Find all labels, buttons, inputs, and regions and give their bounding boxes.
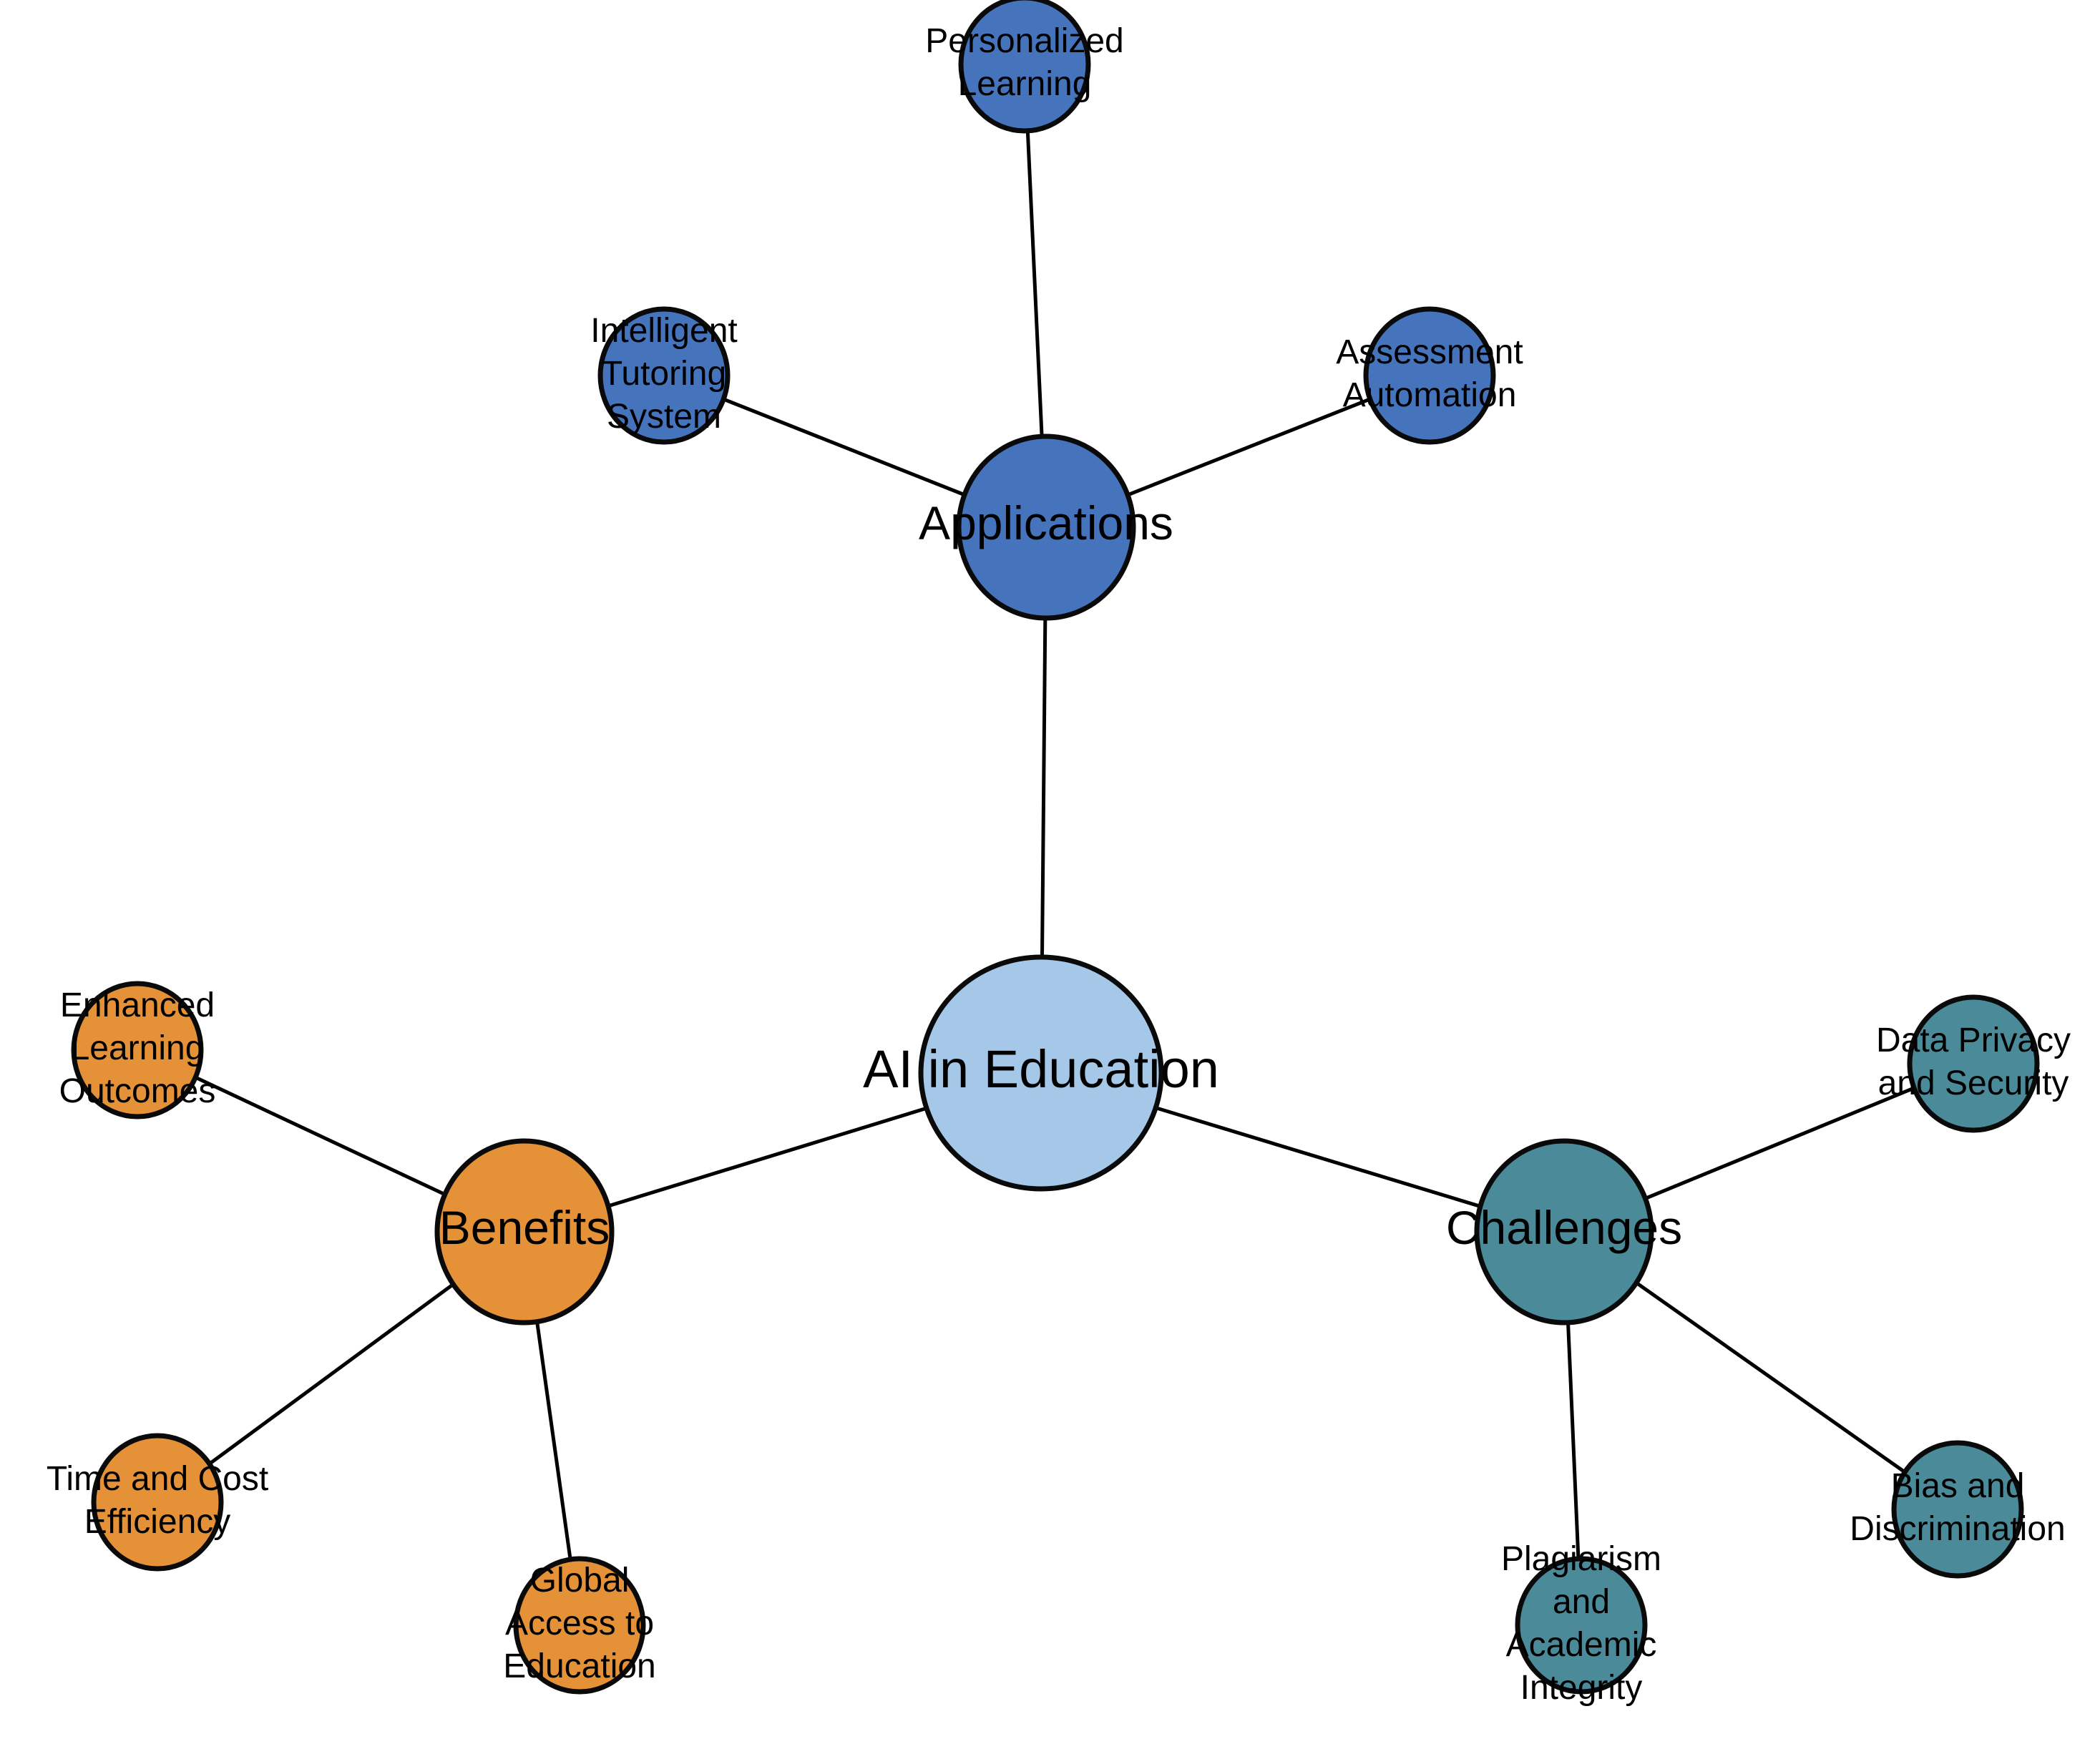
node-circle-applications[interactable] (956, 433, 1136, 621)
node-circle-personalized-learning[interactable] (958, 0, 1091, 134)
connector-line (1635, 1281, 1906, 1474)
nodes-layer: AI in Education Applications Personalized L… (47, 0, 2071, 1707)
connector-line (195, 1075, 446, 1197)
mindmap-node-challenges[interactable]: Challenges (1446, 1138, 1682, 1326)
node-circle-data-privacy-and-security[interactable] (1907, 994, 2040, 1133)
node-circle-enhanced-learning-outcomes[interactable] (71, 981, 204, 1119)
mindmap-node-intelligent-tutoring-system[interactable]: Intelligent Tutoring System (590, 306, 738, 445)
mindmap-node-applications[interactable]: Applications (919, 433, 1173, 621)
node-circle-intelligent-tutoring-system[interactable] (597, 306, 731, 445)
mindmap-diagram: AI in Education Applications Personalized L… (47, 0, 2071, 1707)
mindmap-node-global-access-to-education[interactable]: Global Access to Education (503, 1556, 656, 1695)
connector-line (723, 397, 965, 497)
mindmap-node-personalized-learning[interactable]: Personalized Learning (925, 0, 1124, 134)
connector-line (1644, 1086, 1915, 1200)
connector-line (208, 1283, 454, 1466)
mindmap-node-bias-and-discrimination[interactable]: Bias and Discrimination (1850, 1440, 2066, 1579)
node-circle-plagiarism-and-academic-integrity[interactable] (1515, 1556, 1648, 1695)
connector-line (1025, 130, 1044, 437)
mindmap-node-enhanced-learning-outcomes[interactable]: Enhanced Learning Outcomes (59, 981, 216, 1119)
connector-line (535, 1321, 572, 1560)
mindmap-node-assessment-automation[interactable]: Assessment Automation (1336, 306, 1523, 445)
connector-line (1566, 1322, 1581, 1559)
mindmap-canvas: AI in Education Applications Personalized L… (0, 0, 2100, 1759)
connector-line (1155, 1106, 1481, 1208)
node-circle-challenges[interactable] (1474, 1138, 1654, 1326)
node-circle-global-access-to-education[interactable] (513, 1556, 646, 1695)
node-circle-assessment-automation[interactable] (1363, 306, 1496, 445)
mindmap-node-benefits[interactable]: Benefits (434, 1138, 615, 1326)
connector-line (1127, 397, 1371, 497)
node-circle-bias-and-discrimination[interactable] (1891, 1440, 2024, 1579)
connector-line (607, 1106, 927, 1208)
mindmap-node-plagiarism-and-academic-integrity[interactable]: Plagiarism and Academic Integrity (1501, 1540, 1661, 1707)
mindmap-node-data-privacy-and-security[interactable]: Data Privacy and Security (1876, 994, 2071, 1133)
connector-line (1040, 617, 1047, 958)
mindmap-node-ai-in-education[interactable]: AI in Education (863, 954, 1219, 1192)
node-circle-time-and-cost-efficiency[interactable] (91, 1433, 224, 1572)
edges-layer (195, 130, 1915, 1560)
node-circle-benefits[interactable] (434, 1138, 615, 1326)
mindmap-node-time-and-cost-efficiency[interactable]: Time and Cost Efficiency (47, 1433, 268, 1572)
node-circle-ai-in-education[interactable] (918, 954, 1164, 1192)
